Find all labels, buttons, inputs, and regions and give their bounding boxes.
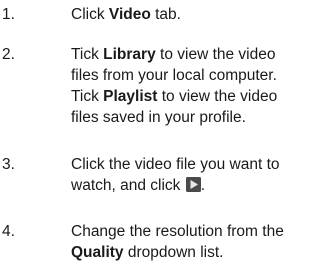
step-text: Click Video tab. xyxy=(71,6,181,23)
step-number: 3. xyxy=(2,156,15,173)
ui-label-video: Video xyxy=(108,6,151,23)
step-number: 2. xyxy=(2,46,15,63)
step-text: Change the resolution from the Quality d… xyxy=(71,223,284,261)
ui-label-library: Library xyxy=(103,46,156,63)
step-number: 1. xyxy=(2,6,15,23)
step-text: Click the video file you want to watch, … xyxy=(71,156,280,194)
ui-label-quality: Quality xyxy=(71,244,124,261)
step-text: Tick Library to view the video files fro… xyxy=(71,46,278,126)
step-number: 4. xyxy=(2,223,15,240)
play-icon xyxy=(185,177,201,192)
ui-label-playlist: Playlist xyxy=(103,88,158,105)
